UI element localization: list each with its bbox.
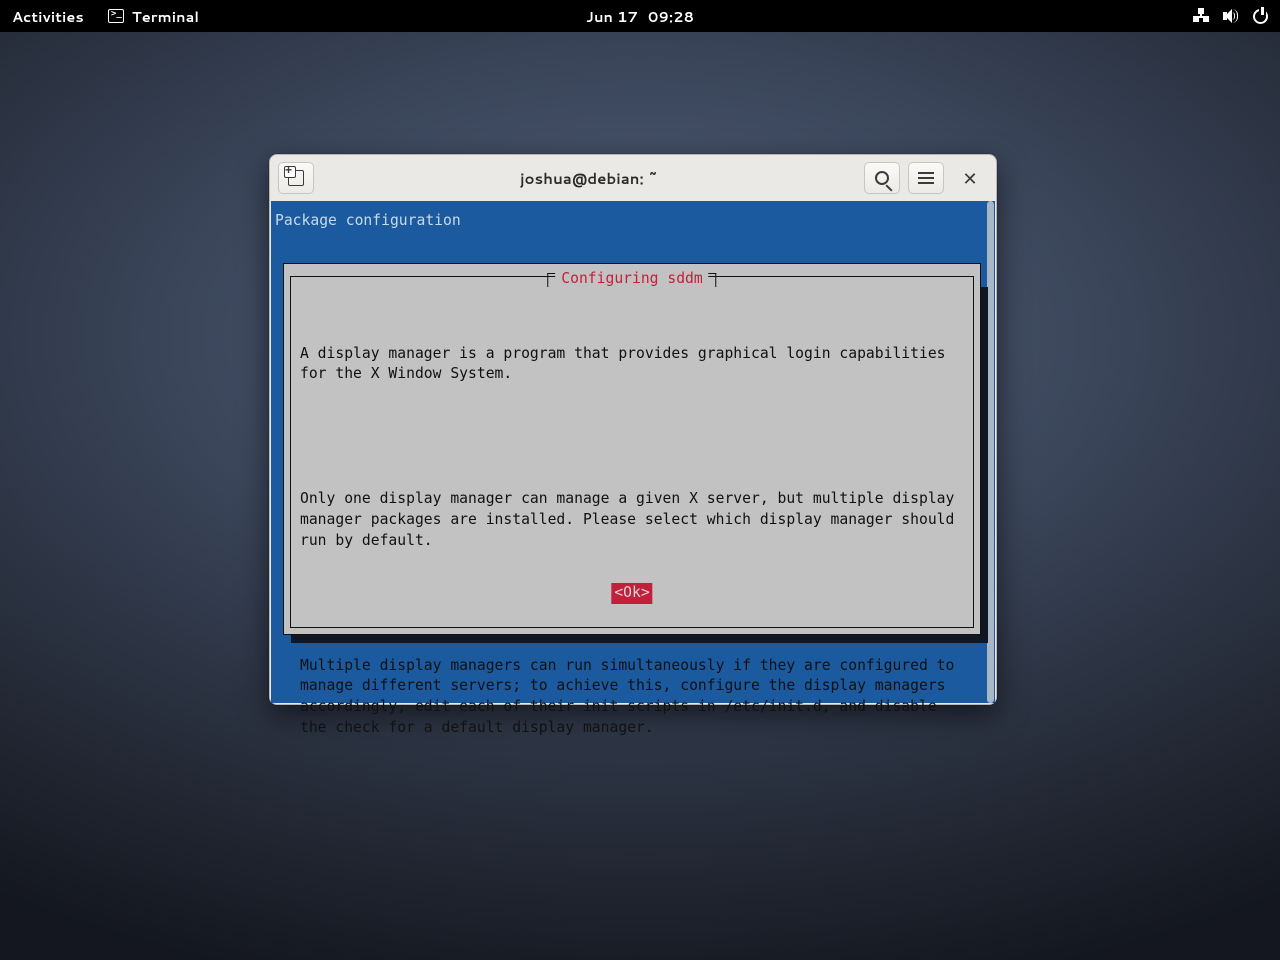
hamburger-icon xyxy=(918,172,934,184)
close-button[interactable]: ✕ xyxy=(952,162,988,194)
activities-button[interactable]: Activities xyxy=(12,6,84,27)
menu-button[interactable] xyxy=(908,162,944,194)
dialog-title: Configuring sddm xyxy=(555,269,708,290)
dialog-ok-button[interactable]: <Ok> xyxy=(611,583,652,604)
top-panel: Activities Terminal Jun 17 09:28 xyxy=(0,0,1280,32)
scrollbar-thumb[interactable] xyxy=(987,201,994,703)
active-app-label: Terminal xyxy=(132,6,199,27)
debconf-dialog: Configuring sddm A display manager is a … xyxy=(283,263,981,635)
package-configuration-header: Package configuration xyxy=(275,211,461,232)
window-title: joshua@debian: ~ xyxy=(322,168,856,189)
clock-date: Jun 17 xyxy=(586,6,638,27)
volume-icon xyxy=(1223,8,1239,24)
terminal-icon xyxy=(108,9,124,23)
clock-button[interactable]: Jun 17 09:28 xyxy=(586,6,694,27)
dialog-paragraph-2: Only one display manager can manage a gi… xyxy=(300,489,964,551)
close-icon: ✕ xyxy=(962,165,977,191)
new-tab-button[interactable] xyxy=(278,162,314,194)
new-tab-icon xyxy=(288,170,304,186)
window-titlebar[interactable]: joshua@debian: ~ ✕ xyxy=(270,155,996,201)
dialog-paragraph-1: A display manager is a program that prov… xyxy=(300,344,964,386)
dialog-body-text: A display manager is a program that prov… xyxy=(300,302,964,780)
dialog-paragraph-3: Multiple display managers can run simult… xyxy=(300,656,964,739)
active-app-button[interactable]: Terminal xyxy=(108,6,199,27)
dialog-title-bar: Configuring sddm xyxy=(547,269,716,290)
network-icon xyxy=(1193,8,1209,24)
system-tray[interactable] xyxy=(1193,8,1268,24)
power-icon xyxy=(1253,9,1268,24)
clock-time: 09:28 xyxy=(648,6,694,27)
search-button[interactable] xyxy=(864,162,900,194)
search-icon xyxy=(875,171,889,185)
terminal-content[interactable]: Package configuration Configuring sddm A… xyxy=(271,201,995,703)
terminal-window: joshua@debian: ~ ✕ Package configuration… xyxy=(269,154,997,705)
